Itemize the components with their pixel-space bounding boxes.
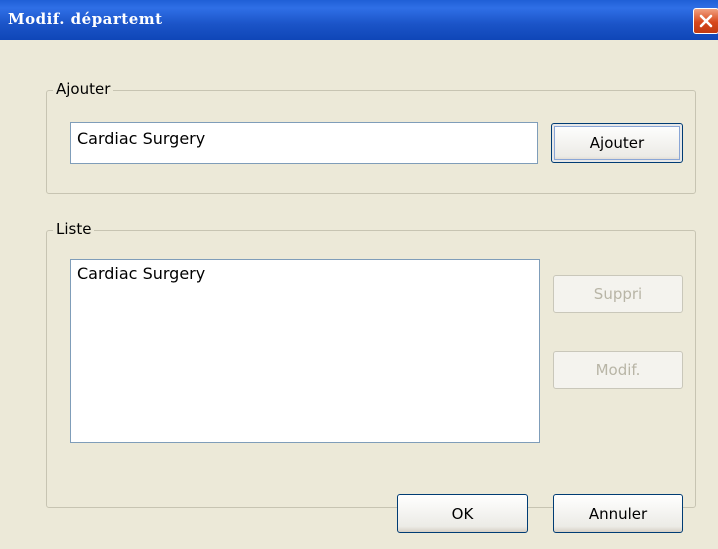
title-bar: Modif. départemt xyxy=(0,0,718,40)
dialog-body: Ajouter Cardiac Surgery Ajouter Liste Ca… xyxy=(0,40,718,549)
close-button[interactable] xyxy=(693,8,718,34)
list-group-label: Liste xyxy=(53,220,95,238)
cancel-button[interactable]: Annuler xyxy=(553,494,683,533)
modify-button[interactable]: Modif. xyxy=(553,351,683,389)
list-item[interactable]: Cardiac Surgery xyxy=(71,260,539,287)
window-title: Modif. départemt xyxy=(8,10,163,28)
delete-button[interactable]: Suppri xyxy=(553,275,683,313)
add-group-label: Ajouter xyxy=(53,80,114,98)
department-list[interactable]: Cardiac Surgery xyxy=(70,259,540,443)
ok-button[interactable]: OK xyxy=(397,494,528,533)
add-button[interactable]: Ajouter xyxy=(551,123,683,163)
department-name-input[interactable]: Cardiac Surgery xyxy=(70,122,538,164)
close-icon xyxy=(699,14,713,28)
